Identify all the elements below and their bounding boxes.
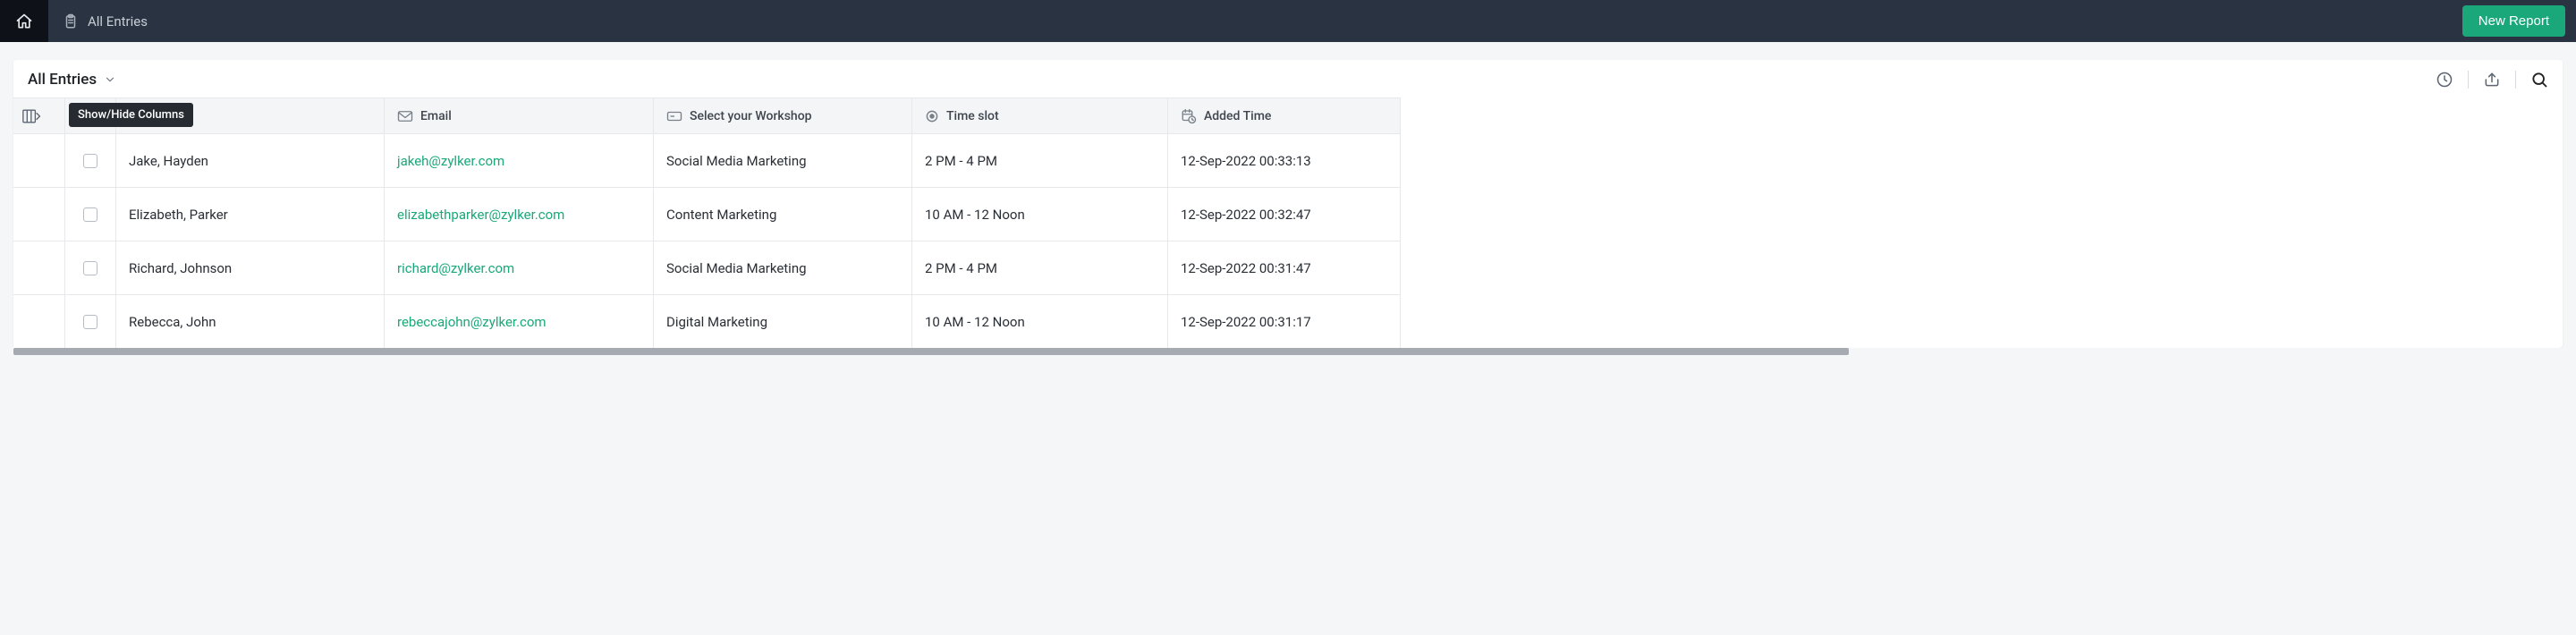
cell-value: Content Marketing [666, 207, 776, 223]
data-table: Show/Hide Columns Email [13, 97, 2563, 348]
share-button[interactable] [2483, 71, 2501, 89]
cell-value: 12-Sep-2022 00:32:47 [1181, 207, 1311, 223]
row-handle [13, 133, 65, 187]
column-header-label: Added Time [1204, 109, 1271, 123]
row-select-cell [65, 133, 116, 187]
email-link[interactable]: elizabethparker@zylker.com [397, 207, 564, 223]
cell-value: Rebecca, John [129, 314, 216, 330]
cell-email[interactable]: jakeh@zylker.com [385, 133, 654, 187]
cell-value: Jake, Hayden [129, 153, 208, 169]
cell-added-time[interactable]: 12-Sep-2022 00:32:47 [1168, 187, 1401, 241]
cell-email[interactable]: rebeccajohn@zylker.com [385, 294, 654, 348]
horizontal-scrollbar-track[interactable] [13, 348, 2563, 355]
cell-email[interactable]: elizabethparker@zylker.com [385, 187, 654, 241]
clock-icon [2436, 71, 2453, 89]
tooltip: Show/Hide Columns [69, 103, 193, 127]
new-report-button[interactable]: New Report [2462, 5, 2565, 37]
show-hide-columns-button[interactable]: Show/Hide Columns [13, 97, 65, 133]
cell-value: 12-Sep-2022 00:33:13 [1181, 153, 1311, 169]
row-select-cell [65, 241, 116, 294]
email-link[interactable]: jakeh@zylker.com [397, 153, 504, 169]
cell-timeslot[interactable]: 10 AM - 12 Noon [912, 294, 1168, 348]
cell-added-time[interactable]: 12-Sep-2022 00:31:17 [1168, 294, 1401, 348]
email-link[interactable]: rebeccajohn@zylker.com [397, 314, 547, 330]
card-icon [666, 110, 682, 123]
search-icon [2530, 71, 2548, 89]
share-icon [2483, 71, 2501, 89]
cell-email[interactable]: richard@zylker.com [385, 241, 654, 294]
column-header-added-time[interactable]: Added Time [1168, 97, 1401, 133]
home-icon [15, 13, 33, 30]
breadcrumb-label[interactable]: All Entries [88, 13, 148, 30]
home-button[interactable] [0, 0, 48, 42]
cell-name[interactable]: Rebecca, John [116, 294, 385, 348]
cell-timeslot[interactable]: 10 AM - 12 Noon [912, 187, 1168, 241]
cell-value: 12-Sep-2022 00:31:47 [1181, 260, 1311, 276]
horizontal-scrollbar-thumb[interactable] [13, 348, 1849, 355]
breadcrumb: All Entries [48, 13, 148, 30]
cell-name[interactable]: Richard, Johnson [116, 241, 385, 294]
cell-value: Social Media Marketing [666, 260, 807, 276]
cell-timeslot[interactable]: 2 PM - 4 PM [912, 241, 1168, 294]
column-header-timeslot[interactable]: Time slot [912, 97, 1168, 133]
row-select-cell [65, 187, 116, 241]
column-header-workshop[interactable]: Select your Workshop [654, 97, 912, 133]
cell-workshop[interactable]: Social Media Marketing [654, 241, 912, 294]
cell-added-time[interactable]: 12-Sep-2022 00:31:47 [1168, 241, 1401, 294]
radio-icon [925, 109, 939, 123]
topbar: All Entries New Report [0, 0, 2576, 42]
column-header-label: Email [420, 109, 452, 123]
cell-value: Digital Marketing [666, 314, 767, 330]
cell-added-time[interactable]: 12-Sep-2022 00:33:13 [1168, 133, 1401, 187]
cell-name[interactable]: Jake, Hayden [116, 133, 385, 187]
column-header-email[interactable]: Email [385, 97, 654, 133]
chevron-down-icon [104, 73, 116, 86]
divider [2515, 71, 2516, 89]
search-button[interactable] [2530, 71, 2548, 89]
row-select-cell [65, 294, 116, 348]
cell-workshop[interactable]: Content Marketing [654, 187, 912, 241]
cell-value: Social Media Marketing [666, 153, 807, 169]
cell-value: 10 AM - 12 Noon [925, 207, 1025, 223]
header-actions [2436, 71, 2548, 89]
view-title-dropdown[interactable]: All Entries [28, 71, 116, 89]
column-header-label: Time slot [946, 109, 999, 123]
columns-icon [22, 108, 42, 124]
table-wrapper: Show/Hide Columns Email [13, 97, 2563, 348]
mail-icon [397, 110, 413, 123]
cell-value: Elizabeth, Parker [129, 207, 228, 223]
cell-value: 12-Sep-2022 00:31:17 [1181, 314, 1311, 330]
card-header: All Entries [13, 60, 2563, 97]
clipboard-icon [63, 13, 79, 30]
cell-workshop[interactable]: Digital Marketing [654, 294, 912, 348]
cell-timeslot[interactable]: 2 PM - 4 PM [912, 133, 1168, 187]
history-button[interactable] [2436, 71, 2453, 89]
cell-workshop[interactable]: Social Media Marketing [654, 133, 912, 187]
cell-value: 10 AM - 12 Noon [925, 314, 1025, 330]
row-checkbox[interactable] [83, 154, 97, 168]
cell-value: 2 PM - 4 PM [925, 260, 997, 276]
row-checkbox[interactable] [83, 207, 97, 222]
view-title-label: All Entries [28, 71, 97, 89]
row-handle [13, 187, 65, 241]
row-handle [13, 294, 65, 348]
row-checkbox[interactable] [83, 261, 97, 275]
email-link[interactable]: richard@zylker.com [397, 260, 514, 276]
row-handle [13, 241, 65, 294]
cell-value: 2 PM - 4 PM [925, 153, 997, 169]
calendar-clock-icon [1181, 108, 1197, 124]
divider [2468, 71, 2469, 89]
content-card: All Entries [13, 60, 2563, 348]
row-checkbox[interactable] [83, 315, 97, 329]
column-header-label: Select your Workshop [690, 109, 812, 123]
cell-name[interactable]: Elizabeth, Parker [116, 187, 385, 241]
cell-value: Richard, Johnson [129, 260, 232, 276]
